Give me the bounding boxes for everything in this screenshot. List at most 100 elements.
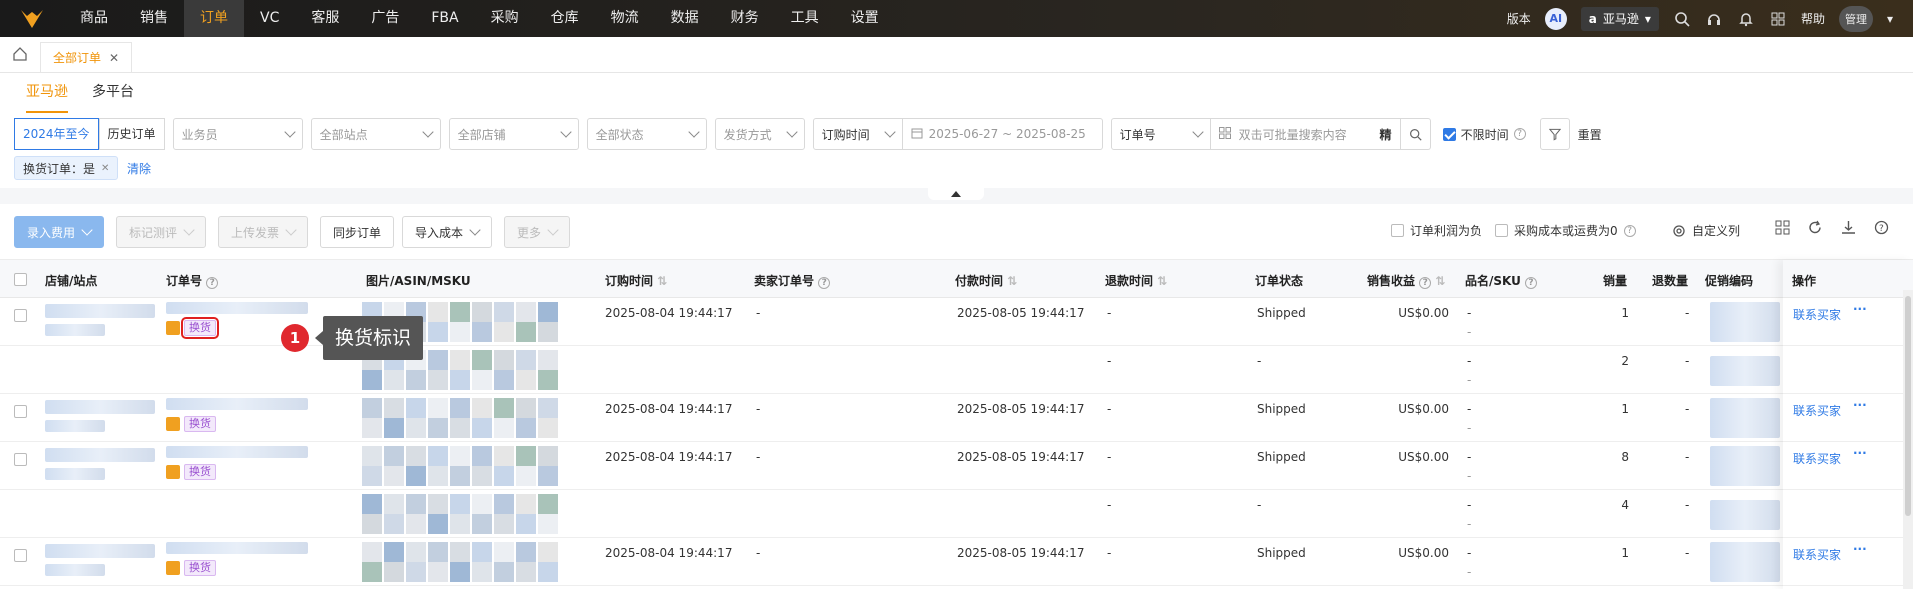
precise-toggle[interactable]: 精 bbox=[1380, 126, 1392, 143]
checkbox-unchecked[interactable] bbox=[1495, 224, 1508, 237]
sync-orders-button[interactable]: 同步订单 bbox=[320, 216, 395, 248]
checkbox-unchecked[interactable] bbox=[1391, 224, 1404, 237]
vertical-scrollbar[interactable] bbox=[1903, 290, 1913, 589]
order-number-redacted[interactable] bbox=[166, 398, 308, 410]
period-2024-button[interactable]: 2024年至今 bbox=[14, 118, 99, 150]
col-revenue[interactable]: 销售收益 ? ⇅ bbox=[1367, 272, 1445, 289]
col-order-time[interactable]: 订购时间 ⇅ bbox=[605, 272, 667, 289]
nav-item[interactable]: VC bbox=[244, 0, 295, 37]
ship-method-select[interactable]: 发货方式 bbox=[714, 118, 805, 150]
search-icon[interactable] bbox=[1673, 10, 1691, 28]
enter-fee-button[interactable]: 录入费用 bbox=[14, 216, 105, 248]
help-icon[interactable]: ? bbox=[818, 277, 831, 289]
app-logo[interactable] bbox=[0, 0, 64, 37]
site-select[interactable]: 全部站点 bbox=[310, 118, 441, 150]
image-tile bbox=[450, 322, 470, 342]
row-checkbox[interactable] bbox=[14, 549, 27, 562]
nav-item[interactable]: 仓库 bbox=[535, 0, 595, 37]
nav-item[interactable]: 设置 bbox=[835, 0, 895, 37]
col-refund-time[interactable]: 退款时间 ⇅ bbox=[1105, 272, 1167, 289]
mark-review-button[interactable]: 标记测评 bbox=[116, 216, 207, 248]
bell-icon[interactable] bbox=[1737, 10, 1755, 28]
filter-settings-button[interactable] bbox=[1539, 118, 1570, 150]
collapse-filters-toggle[interactable] bbox=[928, 188, 984, 200]
batch-grid-icon[interactable] bbox=[1218, 126, 1231, 142]
tab-amazon[interactable]: 亚马逊 bbox=[26, 73, 68, 113]
refresh-icon[interactable] bbox=[1808, 220, 1823, 238]
product-image-redacted[interactable] bbox=[362, 398, 560, 438]
date-range-picker[interactable]: 2025-06-27 ~ 2025-08-25 bbox=[902, 118, 1103, 150]
product-image-redacted[interactable] bbox=[362, 494, 560, 534]
negative-profit-checkbox[interactable]: 订单利润为负 bbox=[1391, 222, 1482, 239]
custom-columns-button[interactable]: 自定义列 bbox=[1672, 222, 1740, 239]
period-history-button[interactable]: 历史订单 bbox=[98, 118, 165, 150]
product-image-redacted[interactable] bbox=[362, 542, 560, 582]
close-icon[interactable]: ✕ bbox=[101, 163, 109, 174]
import-cost-button[interactable]: 导入成本 bbox=[402, 216, 493, 248]
status-select[interactable]: 全部状态 bbox=[586, 118, 707, 150]
search-field-select[interactable]: 订单号 bbox=[1110, 118, 1211, 150]
sort-icon[interactable]: ⇅ bbox=[1157, 274, 1167, 288]
headset-icon[interactable] bbox=[1705, 10, 1723, 28]
help-icon[interactable]: ? bbox=[1513, 128, 1526, 140]
nav-item[interactable]: 物流 bbox=[595, 0, 655, 37]
product-image-redacted[interactable] bbox=[362, 446, 560, 486]
nav-item[interactable]: 数据 bbox=[655, 0, 715, 37]
nav-item[interactable]: 销售 bbox=[124, 0, 184, 37]
help-circle-icon[interactable]: ? bbox=[1874, 220, 1889, 238]
apps-grid-icon[interactable] bbox=[1769, 10, 1787, 28]
table-row[interactable]: 换货 2025-08-04 19:44:17 - 2025-08-05 19:44:1… bbox=[0, 538, 1913, 586]
salesperson-select[interactable]: 业务员 bbox=[172, 118, 303, 150]
nav-item[interactable]: FBA bbox=[415, 0, 474, 37]
help-icon[interactable]: ? bbox=[1419, 277, 1432, 289]
time-type-select[interactable]: 订购时间 bbox=[812, 118, 903, 150]
nav-item[interactable]: 财务 bbox=[715, 0, 775, 37]
row-checkbox[interactable] bbox=[14, 453, 27, 466]
order-number-redacted[interactable] bbox=[166, 542, 308, 554]
search-input[interactable]: 双击可批量搜索内容 精 bbox=[1210, 118, 1401, 150]
zero-cost-checkbox[interactable]: 采购成本或运费为0 ? bbox=[1495, 222, 1636, 239]
help-icon[interactable]: ? bbox=[1525, 277, 1538, 289]
tab-all-orders[interactable]: 全部订单 ✕ bbox=[40, 42, 133, 72]
reset-button[interactable]: 重置 bbox=[1578, 126, 1602, 143]
user-avatar[interactable]: 管理 bbox=[1838, 5, 1873, 32]
tab-multi-platform[interactable]: 多平台 bbox=[92, 73, 134, 113]
table-row[interactable]: 换货 2025-08-04 19:44:17 - 2025-08-05 19:44:1… bbox=[0, 442, 1913, 490]
search-button[interactable] bbox=[1400, 118, 1431, 150]
nav-item[interactable]: 商品 bbox=[64, 0, 124, 37]
user-menu-caret-icon[interactable]: ▾ bbox=[1887, 12, 1893, 26]
nav-item[interactable]: 客服 bbox=[295, 0, 355, 37]
table-row[interactable]: - - - - 4 - bbox=[0, 490, 1913, 538]
help-icon[interactable]: ? bbox=[206, 277, 219, 289]
help-link[interactable]: 帮助 bbox=[1801, 10, 1825, 27]
nav-item[interactable]: 广告 bbox=[355, 0, 415, 37]
select-all-checkbox[interactable] bbox=[14, 273, 27, 286]
sort-icon[interactable]: ⇅ bbox=[1007, 274, 1017, 288]
sort-icon[interactable]: ⇅ bbox=[657, 274, 667, 288]
row-checkbox[interactable] bbox=[14, 405, 27, 418]
home-tab[interactable] bbox=[0, 36, 40, 72]
col-pay-time[interactable]: 付款时间 ⇅ bbox=[955, 272, 1017, 289]
close-icon[interactable]: ✕ bbox=[109, 51, 119, 65]
order-number-redacted[interactable] bbox=[166, 446, 308, 458]
store-select[interactable]: 全部店铺 bbox=[448, 118, 579, 150]
ai-assistant-icon[interactable]: AI bbox=[1544, 7, 1567, 30]
download-icon[interactable] bbox=[1841, 220, 1856, 238]
nav-item[interactable]: 采购 bbox=[475, 0, 535, 37]
layout-grid-icon[interactable] bbox=[1775, 220, 1790, 238]
scrollbar-thumb[interactable] bbox=[1905, 296, 1911, 516]
sort-icon[interactable]: ⇅ bbox=[1435, 274, 1445, 288]
clear-filters-link[interactable]: 清除 bbox=[127, 160, 151, 177]
row-checkbox[interactable] bbox=[14, 309, 27, 322]
more-button[interactable]: 更多 bbox=[504, 216, 571, 248]
table-row[interactable]: 换货 2025-08-04 19:44:17 - 2025-08-05 19:44:1… bbox=[0, 394, 1913, 442]
nav-item[interactable]: 工具 bbox=[775, 0, 835, 37]
order-number-redacted[interactable] bbox=[166, 302, 308, 314]
version-link[interactable]: 版本 bbox=[1507, 10, 1531, 27]
marketplace-switch[interactable]: a 亚马逊 ▾ bbox=[1580, 6, 1659, 31]
help-icon[interactable]: ? bbox=[1623, 224, 1636, 237]
checkbox-checked[interactable] bbox=[1442, 127, 1456, 141]
nav-item[interactable]: 订单 bbox=[184, 0, 244, 37]
upload-invoice-button[interactable]: 上传发票 bbox=[218, 216, 309, 248]
unlimited-time-checkbox[interactable]: 不限时间 ? bbox=[1442, 126, 1526, 143]
